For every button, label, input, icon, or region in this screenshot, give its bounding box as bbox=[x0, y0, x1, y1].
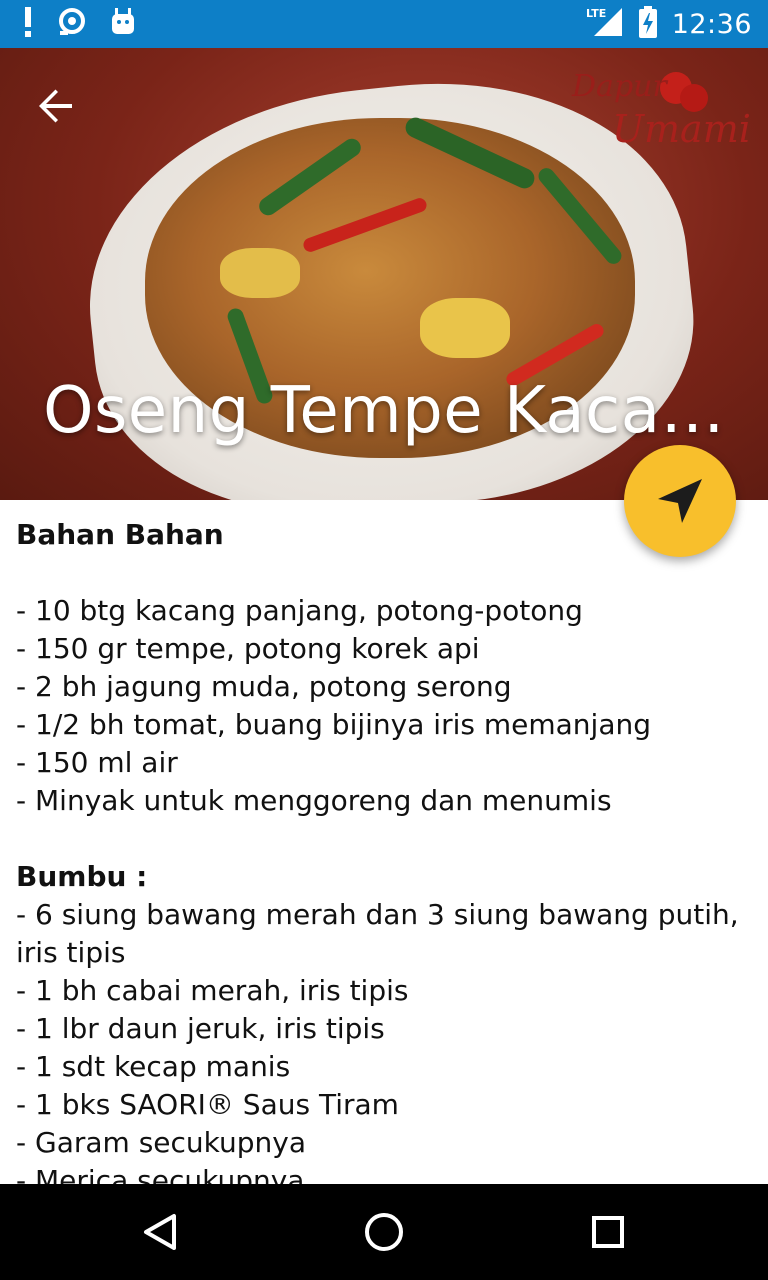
svg-text:Umami: Umami bbox=[612, 107, 751, 150]
corn-decoration bbox=[220, 248, 300, 298]
spice-item: - 1 bks SAORI® Saus Tiram bbox=[16, 1088, 399, 1121]
nav-recents-button[interactable] bbox=[584, 1208, 632, 1256]
spice-item: - 1 bh cabai merah, iris tipis bbox=[16, 974, 409, 1007]
sync-icon bbox=[56, 7, 88, 42]
spice-item: - 6 siung bawang merah dan 3 siung bawan… bbox=[16, 898, 739, 969]
arrow-back-icon bbox=[39, 89, 72, 123]
dapur-umami-logo: Dapur Umami bbox=[571, 69, 751, 150]
battery-charging-icon bbox=[638, 5, 658, 43]
signal-icon: LTE bbox=[586, 6, 624, 43]
ingredient-item: - Minyak untuk menggoreng dan menumis bbox=[16, 784, 612, 817]
recipe-title: Oseng Tempe Kaca… bbox=[43, 374, 725, 448]
ingredient-item: - 150 ml air bbox=[16, 746, 178, 779]
back-button[interactable] bbox=[28, 78, 84, 134]
ingredient-item: - 10 btg kacang panjang, potong-potong bbox=[16, 594, 583, 627]
nav-back-button[interactable] bbox=[136, 1208, 184, 1256]
svg-text:Dapur: Dapur bbox=[571, 69, 668, 104]
status-bar: LTE 12:36 bbox=[0, 0, 768, 48]
ingredient-item: - 150 gr tempe, potong korek api bbox=[16, 632, 480, 665]
navigation-arrow-icon bbox=[658, 479, 702, 523]
spice-item: - Garam secukupnya bbox=[16, 1126, 307, 1159]
square-recents-icon bbox=[592, 1216, 624, 1248]
spice-item: - 1 lbr daun jeruk, iris tipis bbox=[16, 1012, 385, 1045]
android-icon bbox=[110, 7, 136, 41]
recipe-content: Bahan Bahan - 10 btg kacang panjang, pot… bbox=[16, 500, 746, 1184]
alert-icon bbox=[22, 6, 34, 42]
clock: 12:36 bbox=[671, 8, 752, 40]
circle-home-icon bbox=[365, 1213, 403, 1251]
network-label: LTE bbox=[586, 7, 606, 20]
ingredient-item: - 1/2 bh tomat, buang bijinya iris meman… bbox=[16, 708, 651, 741]
triangle-back-icon bbox=[144, 1214, 176, 1250]
spice-item: - Merica secukupnya bbox=[16, 1164, 305, 1184]
spices-heading: Bumbu : bbox=[16, 860, 148, 893]
ingredient-item: - 2 bh jagung muda, potong serong bbox=[16, 670, 512, 703]
corn-decoration bbox=[420, 298, 510, 358]
nav-home-button[interactable] bbox=[360, 1208, 408, 1256]
system-nav-bar bbox=[0, 1184, 768, 1280]
spice-item: - 1 sdt kecap manis bbox=[16, 1050, 291, 1083]
recipe-hero-image: Dapur Umami Oseng Tempe Kaca… bbox=[0, 48, 768, 500]
navigate-fab-button[interactable] bbox=[624, 445, 736, 557]
